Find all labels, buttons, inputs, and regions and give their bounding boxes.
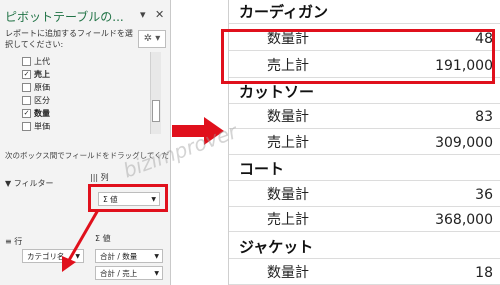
field-list: 上代 ✓ 売上 原価 区分 ✓ 数量 単価 <box>22 52 162 132</box>
values-chip-sales[interactable]: 合計 / 売上 ▼ <box>95 266 163 280</box>
filter-area-label: ▼ フィルター <box>5 179 54 188</box>
field-item[interactable]: 原価 <box>22 82 50 94</box>
chevron-down-icon[interactable]: ▼ <box>154 267 159 281</box>
field-item[interactable]: 上代 <box>22 56 50 68</box>
chevron-down-icon[interactable]: ▼ <box>75 250 80 264</box>
close-icon[interactable]: ✕ <box>155 8 164 21</box>
values-area-label: Σ 値 <box>95 234 111 243</box>
category-row[interactable]: ジャケット <box>229 235 500 259</box>
columns-area-label: ||| 列 <box>90 173 109 182</box>
chevron-down-icon[interactable]: ▼ <box>154 250 159 264</box>
quantity-row[interactable]: 数量計 18 <box>229 261 500 285</box>
pane-title: ピボットテーブルの... <box>5 10 124 24</box>
rows-icon: ≡ <box>5 237 12 246</box>
pivot-table: カーディガン 数量計 48 売上計 191,000 カットソー 数量計 83 売上計 3… <box>221 0 500 285</box>
scroll-thumb[interactable] <box>152 100 160 122</box>
checkbox-checked[interactable]: ✓ <box>22 70 31 79</box>
field-list-scrollbar[interactable] <box>150 52 161 134</box>
sales-row[interactable]: 売上計 309,000 <box>229 131 500 155</box>
sales-row[interactable]: 売上計 368,000 <box>229 208 500 232</box>
rows-value-chip[interactable]: カテゴリ名 ▼ <box>22 249 84 263</box>
field-item[interactable]: 区分 <box>22 95 50 107</box>
checkbox[interactable] <box>22 122 31 131</box>
rows-area-label: ≡ 行 <box>5 237 23 246</box>
quantity-row[interactable]: 数量計 36 <box>229 183 500 207</box>
field-item[interactable]: ✓ 数量 <box>22 108 50 120</box>
columns-icon: ||| <box>90 173 99 182</box>
values-chip-quantity[interactable]: 合計 / 数量 ▼ <box>95 249 163 263</box>
checkbox[interactable] <box>22 96 31 105</box>
gear-icon[interactable]: ✲ ▾ <box>138 30 166 48</box>
category-row[interactable]: カーディガン <box>229 0 500 24</box>
field-item[interactable]: ✓ 売上 <box>22 69 50 81</box>
highlight-box-cardigan <box>221 29 495 84</box>
checkbox[interactable] <box>22 57 31 66</box>
filter-icon: ▼ <box>5 179 12 188</box>
quantity-row[interactable]: 数量計 83 <box>229 105 500 129</box>
pane-description: レポートに追加するフィールドを選択してください: <box>5 29 133 49</box>
category-row[interactable]: コート <box>229 157 500 181</box>
checkbox-checked[interactable]: ✓ <box>22 109 31 118</box>
pivot-field-pane: ピボットテーブルの... ▾ ✕ レポートに追加するフィールドを選択してください… <box>0 0 171 285</box>
field-item[interactable]: 単価 <box>22 121 50 133</box>
highlight-box-columns <box>88 184 168 212</box>
checkbox[interactable] <box>22 83 31 92</box>
pane-menu-icon[interactable]: ▾ <box>140 8 146 21</box>
